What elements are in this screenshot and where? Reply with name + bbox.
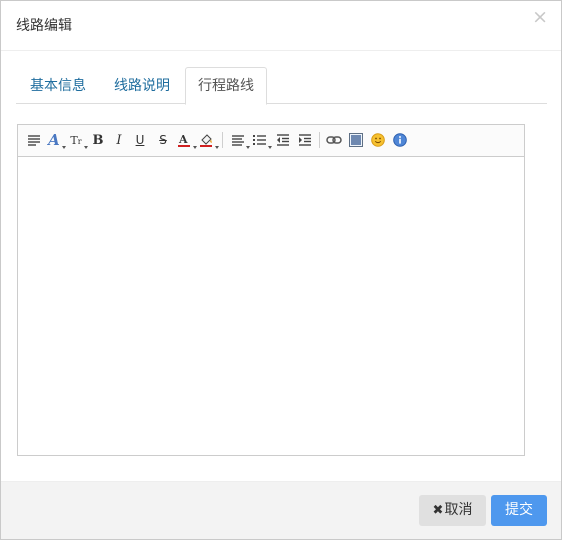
dialog-title: 线路编辑 [16, 18, 72, 34]
link-icon[interactable] [325, 130, 343, 150]
svg-text:A: A [178, 133, 188, 146]
font-family-icon[interactable]: A [45, 130, 66, 150]
close-icon: ✖ [432, 503, 444, 518]
tab-basic-info[interactable]: 基本信息 [16, 67, 100, 104]
tab-bar: 基本信息 线路说明 行程路线 [16, 67, 547, 105]
align-icon[interactable] [229, 130, 250, 150]
submit-button[interactable]: 提交 [491, 495, 547, 526]
bold-icon[interactable]: B [89, 130, 107, 150]
editor-content-area[interactable] [18, 158, 524, 455]
cancel-label: 取消 [444, 502, 473, 518]
tab-label: 线路说明 [114, 78, 170, 94]
editor-toolbar: A Tr B I U S A [18, 125, 524, 157]
outdent-icon[interactable] [274, 130, 292, 150]
strikethrough-icon[interactable]: S [154, 130, 172, 150]
line-edit-dialog: 线路编辑 × 基本信息 线路说明 行程路线 A Tr B I U S A ✖取消… [0, 0, 562, 540]
list-icon[interactable] [251, 130, 272, 150]
dialog-header: 线路编辑 × [1, 1, 561, 51]
font-color-icon[interactable]: A [176, 130, 197, 150]
tab-line-description[interactable]: 线路说明 [100, 67, 184, 104]
italic-icon[interactable]: I [110, 130, 128, 150]
info-icon[interactable] [391, 130, 409, 150]
background-color-icon[interactable] [198, 130, 219, 150]
underline-icon[interactable]: U [131, 130, 149, 150]
tab-label: 行程路线 [198, 78, 254, 94]
emoji-icon[interactable] [369, 130, 387, 150]
rich-text-editor: A Tr B I U S A [17, 124, 525, 456]
paragraph-format-icon[interactable] [25, 130, 43, 150]
close-icon[interactable]: × [532, 7, 548, 27]
cancel-button[interactable]: ✖取消 [419, 495, 486, 526]
submit-label: 提交 [505, 502, 533, 518]
tab-itinerary-route[interactable]: 行程路线 [185, 67, 267, 105]
image-icon[interactable] [347, 130, 365, 150]
font-size-icon[interactable]: Tr [67, 130, 88, 150]
tab-label: 基本信息 [30, 78, 86, 94]
indent-icon[interactable] [296, 130, 314, 150]
dialog-footer: ✖取消 提交 [1, 481, 561, 539]
